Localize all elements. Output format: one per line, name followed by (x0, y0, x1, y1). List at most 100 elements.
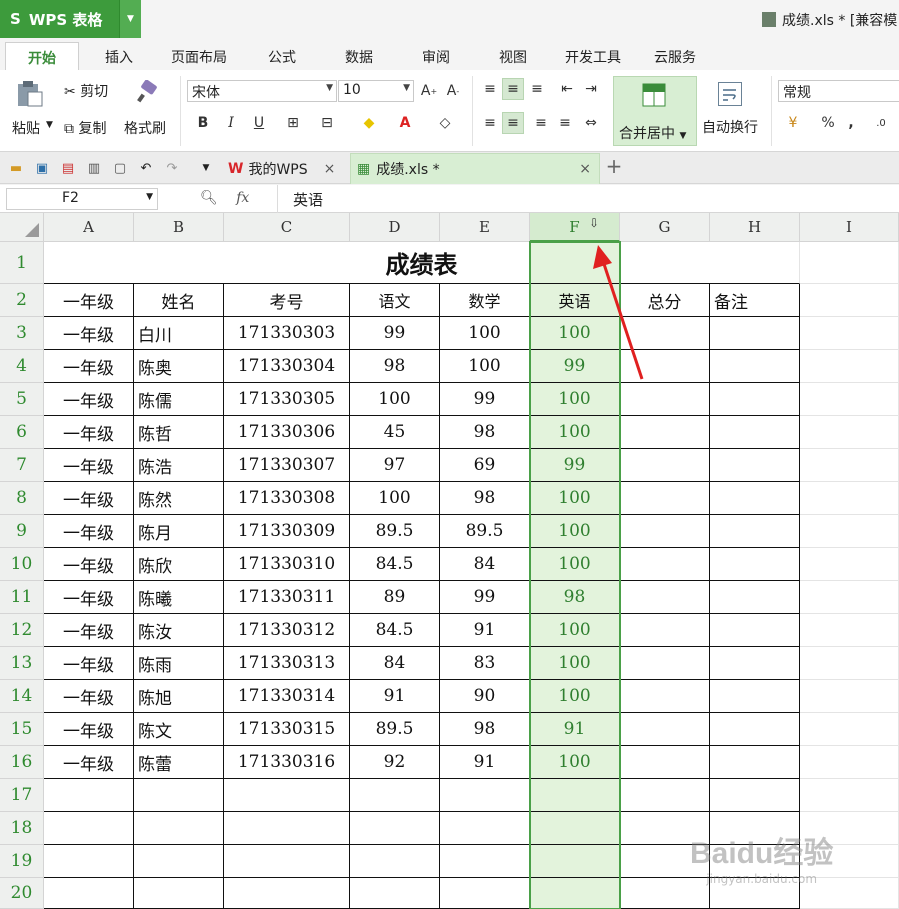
cell-a3[interactable]: 一年级 (44, 317, 134, 350)
wrap-text-label[interactable]: 自动换行 (702, 117, 758, 137)
cell-e10[interactable]: 84 (440, 548, 530, 581)
cell-h12[interactable] (710, 614, 800, 647)
app-menu-button[interactable]: S WPS 表格 ▼ (0, 0, 141, 38)
cell-d7[interactable]: 97 (350, 449, 440, 482)
cell-h3[interactable] (710, 317, 800, 350)
cell-b9[interactable]: 陈月 (134, 515, 224, 548)
tab-review[interactable]: 审阅 (422, 47, 450, 67)
redo-icon[interactable]: ↷ (164, 160, 180, 176)
column-header-c[interactable]: C (224, 213, 350, 242)
cell-h8[interactable] (710, 482, 800, 515)
align-middle-icon[interactable]: ≡ (502, 78, 524, 100)
cell-d13[interactable]: 84 (350, 647, 440, 680)
cell-c7[interactable]: 171330307 (224, 449, 350, 482)
cell-h7[interactable] (710, 449, 800, 482)
cell-d8[interactable]: 100 (350, 482, 440, 515)
cell-i17[interactable] (800, 779, 899, 812)
cell-e11[interactable]: 99 (440, 581, 530, 614)
cell-d20[interactable] (350, 878, 440, 909)
row-header-11[interactable]: 11 (0, 581, 44, 614)
cell-f5[interactable]: 100 (530, 383, 620, 416)
row-header-9[interactable]: 9 (0, 515, 44, 548)
align-right-icon[interactable]: ≡ (530, 112, 552, 134)
column-header-a[interactable]: A (44, 213, 134, 242)
cell-a10[interactable]: 一年级 (44, 548, 134, 581)
font-color-icon[interactable]: A (394, 112, 416, 134)
cell-c16[interactable]: 171330316 (224, 746, 350, 779)
increase-font-icon[interactable]: A + (418, 80, 440, 102)
cell-i5[interactable] (800, 383, 899, 416)
cell-g17[interactable] (620, 779, 710, 812)
cell-d15[interactable]: 89.5 (350, 713, 440, 746)
cell-d18[interactable] (350, 812, 440, 845)
tab-data[interactable]: 数据 (345, 47, 373, 67)
column-header-i[interactable]: I (800, 213, 899, 242)
cell-h18[interactable] (710, 812, 800, 845)
row-header-20[interactable]: 20 (0, 878, 44, 909)
cell-g19[interactable] (620, 845, 710, 878)
cell-c20[interactable] (224, 878, 350, 909)
cell-e8[interactable]: 98 (440, 482, 530, 515)
cell-g7[interactable] (620, 449, 710, 482)
clear-format-icon[interactable]: ◇ (434, 112, 456, 134)
cell-f18[interactable] (530, 812, 620, 845)
cell-b15[interactable]: 陈文 (134, 713, 224, 746)
number-format-select[interactable]: 常规 (778, 80, 899, 102)
fx-icon[interactable]: fx (236, 190, 249, 206)
cell-g3[interactable] (620, 317, 710, 350)
cell-g11[interactable] (620, 581, 710, 614)
align-center-icon[interactable]: ≡ (502, 112, 524, 134)
row-header-4[interactable]: 4 (0, 350, 44, 383)
cell-a13[interactable]: 一年级 (44, 647, 134, 680)
cell-a18[interactable] (44, 812, 134, 845)
cell-a16[interactable]: 一年级 (44, 746, 134, 779)
cell-f20[interactable] (530, 878, 620, 909)
cell-g6[interactable] (620, 416, 710, 449)
cell-f12[interactable]: 100 (530, 614, 620, 647)
cell-b3[interactable]: 白川 (134, 317, 224, 350)
cell-i4[interactable] (800, 350, 899, 383)
cell-a17[interactable] (44, 779, 134, 812)
borders-icon[interactable]: ⊞ (282, 112, 304, 134)
tab-formulas[interactable]: 公式 (268, 47, 296, 67)
tab-page-layout[interactable]: 页面布局 (171, 47, 227, 67)
row-header-14[interactable]: 14 (0, 680, 44, 713)
font-size-select[interactable]: 10 ▼ (338, 80, 414, 102)
name-box[interactable]: F2 ▼ (6, 188, 158, 210)
chevron-down-icon[interactable]: ▼ (198, 160, 214, 176)
tab-home[interactable]: 开始 (5, 42, 79, 72)
tab-cloud[interactable]: 云服务 (654, 47, 696, 67)
cell-g18[interactable] (620, 812, 710, 845)
cell-i9[interactable] (800, 515, 899, 548)
row-header-15[interactable]: 15 (0, 713, 44, 746)
row-header-2[interactable]: 2 (0, 284, 44, 317)
cell-i11[interactable] (800, 581, 899, 614)
cell-g10[interactable] (620, 548, 710, 581)
cell-d9[interactable]: 89.5 (350, 515, 440, 548)
format-painter-icon[interactable] (136, 79, 160, 104)
row-header-1[interactable]: 1 (0, 242, 44, 284)
open-folder-icon[interactable]: ▬ (8, 160, 24, 176)
cell-b6[interactable]: 陈哲 (134, 416, 224, 449)
cell-a19[interactable] (44, 845, 134, 878)
cell-a6[interactable]: 一年级 (44, 416, 134, 449)
header-cell-c[interactable]: 考号 (224, 284, 350, 317)
cell-g8[interactable] (620, 482, 710, 515)
cell-i20[interactable] (800, 878, 899, 909)
cell-a20[interactable] (44, 878, 134, 909)
cell-e19[interactable] (440, 845, 530, 878)
cell-b4[interactable]: 陈奥 (134, 350, 224, 383)
percent-icon[interactable]: % (817, 112, 839, 134)
cell-b10[interactable]: 陈欣 (134, 548, 224, 581)
cell-f4[interactable]: 99 (530, 350, 620, 383)
italic-icon[interactable]: I (220, 112, 242, 134)
zoom-lookup-icon[interactable]: 🔍︎ (200, 190, 218, 206)
paste-button[interactable] (14, 78, 46, 110)
cell-f9[interactable]: 100 (530, 515, 620, 548)
cell-a7[interactable]: 一年级 (44, 449, 134, 482)
align-left-icon[interactable]: ≡ (479, 112, 501, 134)
cell-a12[interactable]: 一年级 (44, 614, 134, 647)
row-header-5[interactable]: 5 (0, 383, 44, 416)
cell-i19[interactable] (800, 845, 899, 878)
cell-d4[interactable]: 98 (350, 350, 440, 383)
